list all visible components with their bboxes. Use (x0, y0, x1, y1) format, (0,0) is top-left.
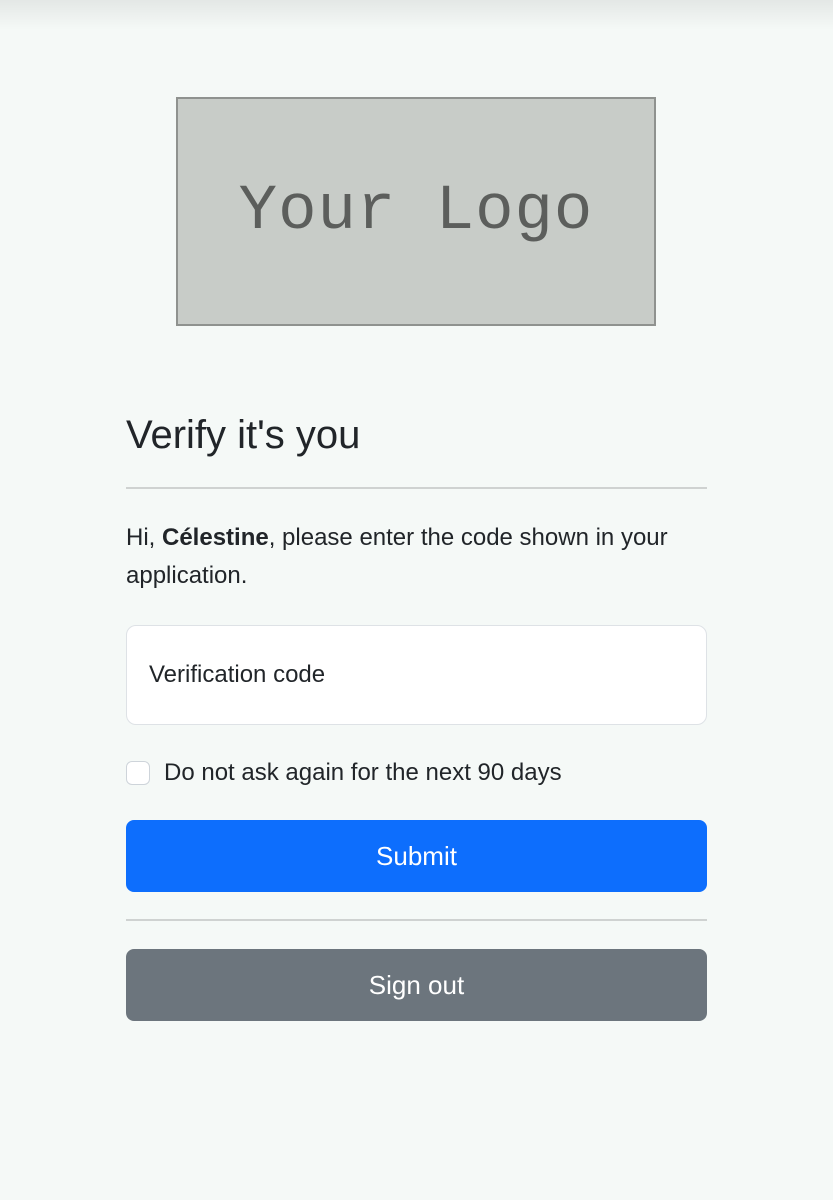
page-title: Verify it's you (126, 413, 361, 457)
greeting-text: Hi, Célestine, please enter the code sho… (126, 519, 707, 595)
greeting-prefix: Hi, (126, 524, 162, 551)
verify-form-container: Verify it's you Hi, Célestine, please en… (126, 400, 707, 1021)
actions-divider (126, 919, 707, 921)
top-shadow (0, 0, 833, 30)
logo: Your Logo (176, 97, 656, 326)
verification-code-field[interactable] (126, 625, 707, 725)
user-name: Célestine (162, 524, 269, 551)
submit-button[interactable]: Submit (126, 820, 707, 892)
logo-text: Your Logo (238, 175, 594, 248)
verification-code-input[interactable] (149, 661, 684, 689)
sign-out-button[interactable]: Sign out (126, 949, 707, 1021)
remember-device-row[interactable]: Do not ask again for the next 90 days (126, 758, 707, 788)
remember-device-checkbox[interactable] (126, 761, 150, 785)
title-divider (126, 487, 707, 489)
remember-device-label[interactable]: Do not ask again for the next 90 days (164, 759, 562, 787)
